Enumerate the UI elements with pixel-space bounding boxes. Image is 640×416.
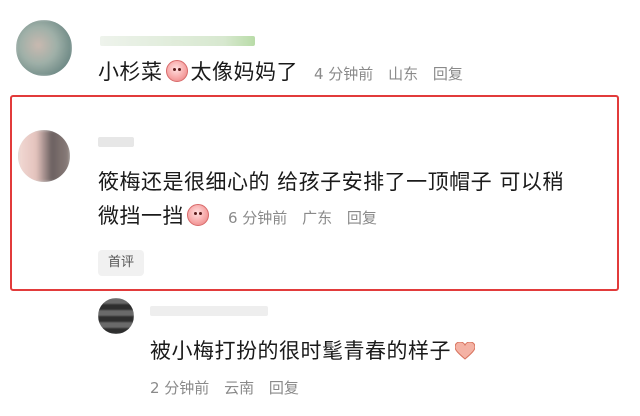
avatar[interactable] xyxy=(98,298,134,334)
comment-username-text: 小杉菜 xyxy=(98,60,163,84)
comment-text: 被小梅打扮的很时髦青春的样子 xyxy=(150,334,475,368)
comment-time: 6 分钟前 xyxy=(228,209,288,227)
comment-meta: 6 分钟前 广东 回复 xyxy=(228,207,387,228)
first-comment-badge: 首评 xyxy=(98,250,145,276)
comment-time: 4 分钟前 xyxy=(314,65,374,83)
avatar[interactable] xyxy=(18,130,70,182)
username-redacted xyxy=(98,137,134,147)
comment-body: 太像妈妈了 xyxy=(190,60,298,84)
avatar[interactable] xyxy=(16,20,72,76)
heart-icon xyxy=(455,342,475,360)
comment-text: 小杉菜 太像妈妈了 xyxy=(98,55,298,89)
username-redacted xyxy=(150,306,268,316)
comment-body: 被小梅打扮的很时髦青春的样子 xyxy=(150,339,451,363)
reply-button[interactable]: 回复 xyxy=(433,65,463,83)
username-redacted xyxy=(100,36,255,46)
reply-button[interactable]: 回复 xyxy=(347,209,377,227)
comment-line-1: 筱梅还是很细心的 给孩子安排了一顶帽子 可以稍 xyxy=(98,170,564,194)
emoji-face-icon xyxy=(165,60,188,82)
comment-meta: 4 分钟前 山东 回复 xyxy=(314,63,473,84)
reply-button[interactable]: 回复 xyxy=(269,379,299,397)
comment-time: 2 分钟前 xyxy=(150,379,210,397)
comment-line-2: 微挡一挡 xyxy=(98,204,184,228)
emoji-face-icon xyxy=(187,204,209,226)
comment-location: 山东 xyxy=(388,65,419,83)
comment-meta: 2 分钟前 云南 回复 xyxy=(150,377,309,398)
comment-location: 云南 xyxy=(224,379,255,397)
comment-location: 广东 xyxy=(302,209,333,227)
